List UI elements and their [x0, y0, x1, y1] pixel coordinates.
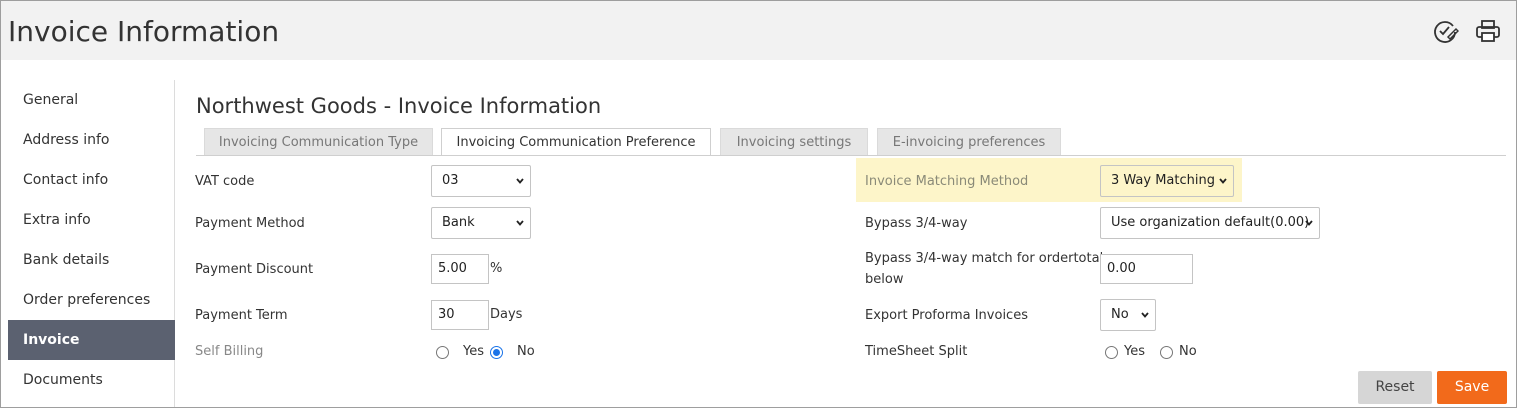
export-proforma-value: No [1111, 307, 1129, 322]
reset-button[interactable]: Reset [1358, 371, 1432, 404]
payment-term-input[interactable]: 30 [431, 300, 489, 330]
self-billing-no-radio[interactable] [490, 346, 503, 359]
matching-method-label: Invoice Matching Method [865, 174, 1029, 189]
payment-discount-input[interactable]: 5.00 [431, 254, 489, 284]
content-title: Northwest Goods - Invoice Information [196, 94, 602, 118]
sidebar-item-address-info[interactable]: Address info [8, 120, 175, 160]
bypass-label: Bypass 3/4-way [865, 216, 968, 231]
timesheet-split-yes-label: Yes [1124, 344, 1145, 359]
tab-divider [196, 155, 1506, 156]
chevron-down-icon [1219, 178, 1227, 184]
tab-invoicing-settings[interactable]: Invoicing settings [720, 128, 868, 155]
self-billing-yes-label: Yes [463, 344, 484, 359]
page-title: Invoice Information [8, 15, 280, 48]
chevron-down-icon [516, 220, 524, 226]
sidebar-item-extra-info[interactable]: Extra info [8, 200, 175, 240]
self-billing-yes-radio[interactable] [436, 346, 449, 359]
payment-discount-label: Payment Discount [195, 262, 314, 277]
payment-term-suffix: Days [490, 307, 523, 322]
sidebar-item-contact-info[interactable]: Contact info [8, 160, 175, 200]
timesheet-split-label: TimeSheet Split [865, 344, 968, 359]
bypass-value: Use organization default(0.00) [1111, 215, 1310, 230]
vat-code-select[interactable]: 03 [431, 165, 531, 197]
timesheet-split-no-radio[interactable] [1160, 346, 1173, 359]
save-button[interactable]: Save [1437, 371, 1507, 404]
sidebar-item-order-preferences[interactable]: Order preferences [8, 280, 175, 320]
payment-method-value: Bank [442, 215, 475, 230]
tab-invoicing-communication-type[interactable]: Invoicing Communication Type [204, 128, 433, 155]
bypass-below-input[interactable]: 0.00 [1100, 254, 1193, 284]
sidebar-item-invoice-information[interactable]: Invoice information [8, 320, 175, 388]
print-icon[interactable] [1474, 17, 1502, 45]
payment-method-select[interactable]: Bank [431, 207, 531, 239]
tab-invoicing-communication-preference[interactable]: Invoicing Communication Preference [441, 128, 711, 156]
bypass-below-label-line1: Bypass 3/4-way match for ordertotal [865, 251, 1104, 266]
self-billing-label: Self Billing [195, 344, 264, 359]
bypass-select[interactable]: Use organization default(0.00) [1100, 207, 1320, 239]
sidebar-item-bank-details[interactable]: Bank details [8, 240, 175, 280]
payment-discount-suffix: % [490, 261, 503, 276]
chevron-down-icon [516, 178, 524, 184]
edit-check-icon[interactable] [1431, 17, 1460, 45]
sidebar-item-general[interactable]: General [8, 80, 175, 120]
export-proforma-select[interactable]: No [1100, 299, 1156, 331]
sidebar: General Address info Contact info Extra … [1, 80, 175, 407]
vat-code-value: 03 [442, 173, 459, 188]
payment-term-label: Payment Term [195, 308, 288, 323]
tab-e-invoicing-preferences[interactable]: E-invoicing preferences [877, 128, 1061, 155]
matching-method-value: 3 Way Matching [1111, 173, 1215, 188]
payment-method-label: Payment Method [195, 216, 305, 231]
matching-method-select[interactable]: 3 Way Matching [1100, 165, 1234, 197]
vat-code-label: VAT code [195, 174, 255, 189]
page-header: Invoice Information [1, 1, 1516, 60]
chevron-down-icon [1141, 312, 1149, 318]
bypass-below-label-line2: below [865, 272, 904, 287]
export-proforma-label: Export Proforma Invoices [865, 308, 1028, 323]
sidebar-item-documents[interactable]: Documents [8, 360, 175, 400]
timesheet-split-no-label: No [1179, 344, 1197, 359]
self-billing-no-label: No [517, 344, 535, 359]
timesheet-split-yes-radio[interactable] [1105, 346, 1118, 359]
chevron-down-icon [1305, 220, 1313, 226]
